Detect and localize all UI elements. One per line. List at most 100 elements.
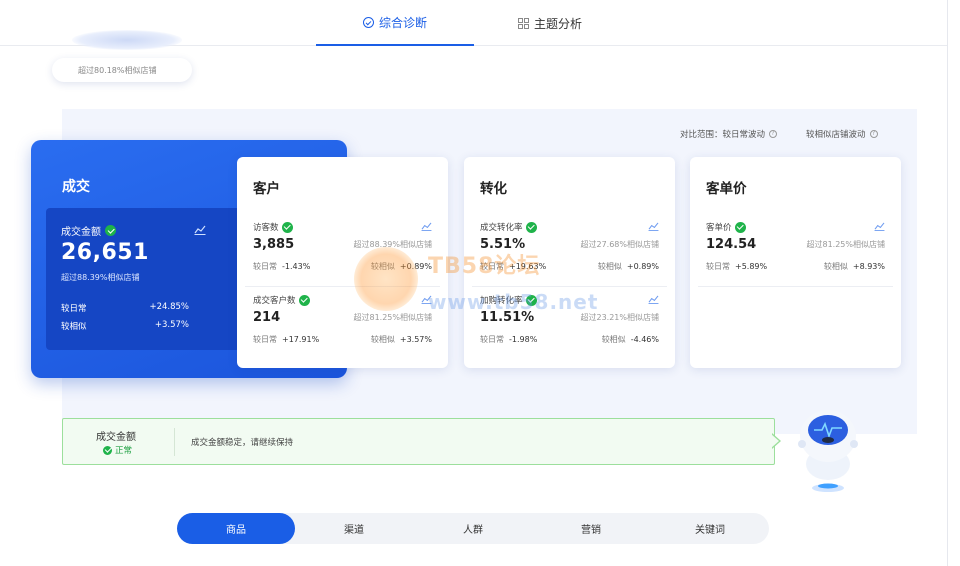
trend-chart-icon[interactable] — [421, 222, 432, 231]
status-separator — [174, 428, 175, 456]
watermark-url: www.tb58.net — [428, 290, 599, 314]
sim-label: 较相似 — [823, 262, 848, 271]
diagnosis-page: 综合诊断 主题分析 超过80.18%相似店铺 对比范围：较日常波动 ? 较相似店… — [0, 0, 960, 566]
metric-label: 成交转化率 — [480, 223, 523, 233]
score-gauge — [72, 30, 182, 50]
check-icon — [281, 221, 293, 233]
compare-similar-label: 较相似店铺波动 — [806, 130, 866, 140]
status-bar — [62, 418, 775, 465]
metric-label: 客单价 — [706, 223, 732, 233]
metric-value: 124.54 — [706, 237, 757, 252]
metric-label-row: 成交转化率 — [480, 221, 537, 233]
divider — [698, 286, 893, 287]
metric-avg-order[interactable]: 客单价 124.54 超过81.25%相似店铺 较日常 +5.89% 较相似 +8.… — [690, 221, 901, 287]
content-edge — [947, 0, 948, 566]
metric-label-row: 成交客户数 — [253, 294, 310, 306]
metric-label-row: 访客数 — [253, 221, 293, 233]
status-message: 成交金额稳定，请继续保持 — [191, 438, 294, 448]
metric-day-compare: 较日常 -1.98% — [480, 334, 537, 345]
score-badge: 超过80.18%相似店铺 — [52, 58, 192, 82]
customer-card: 客户 访客数 3,885 超过88.39%相似店铺 较日常 -1.43% 较相似 +… — [237, 157, 448, 368]
check-icon — [298, 294, 310, 306]
metric-day-compare: 较日常 +5.89% — [706, 261, 767, 272]
watermark-logo — [354, 247, 418, 311]
deal-day-label: 较日常 — [61, 304, 87, 314]
metric-percentile: 超过81.25%相似店铺 — [353, 313, 432, 322]
check-icon — [525, 221, 537, 233]
help-icon[interactable]: ? — [869, 130, 878, 138]
metric-buyers[interactable]: 成交客户数 214 超过81.25%相似店铺 较日常 +17.91% 较相似 +3.… — [237, 294, 448, 360]
tab-keywords[interactable]: 关键词 — [651, 513, 769, 544]
deal-amount-sub: 超过88.39%相似店铺 — [61, 273, 140, 282]
compare-range-daily[interactable]: 对比范围：较日常波动 ? — [680, 128, 778, 140]
deal-amount-value: 26,651 — [61, 240, 149, 265]
metric-day-compare: 较日常 +17.91% — [253, 334, 319, 345]
bottom-tab-bar: 商品 渠道 人群 营销 关键词 — [177, 513, 769, 544]
trend-chart-icon[interactable] — [648, 222, 659, 231]
trend-chart-icon[interactable] — [874, 222, 885, 231]
deal-title: 成交 — [62, 179, 90, 195]
day-label: 较日常 — [706, 262, 730, 271]
compare-range-similar[interactable]: 较相似店铺波动 ? — [806, 128, 878, 140]
tab-topic-analysis[interactable]: 主题分析 — [490, 0, 610, 46]
tab-label: 综合诊断 — [378, 15, 427, 30]
card-title: 转化 — [480, 181, 507, 197]
status-state: 正常 — [103, 444, 132, 456]
trend-chart-icon[interactable] — [648, 295, 659, 304]
tab-overall-diagnosis[interactable]: 综合诊断 — [316, 0, 474, 46]
day-label: 较日常 — [253, 335, 277, 344]
day-value: +17.91% — [282, 335, 320, 344]
deal-day-row: 较日常 +24.85% — [61, 302, 189, 314]
status-state-label: 正常 — [115, 446, 133, 456]
sim-value: +3.57% — [399, 335, 432, 344]
tab-channels[interactable]: 渠道 — [295, 513, 413, 544]
deal-sim-row: 较相似 +3.57% — [61, 320, 189, 332]
metric-sim-compare: 较相似 -4.46% — [602, 334, 659, 345]
tab-marketing[interactable]: 营销 — [532, 513, 650, 544]
deal-amount-label: 成交金额 — [61, 223, 116, 238]
metric-value: 3,885 — [253, 237, 295, 252]
sim-label: 较相似 — [597, 262, 622, 271]
metric-sim-compare: 较相似 +8.93% — [824, 261, 885, 272]
day-value: -1.43% — [282, 262, 311, 271]
tab-label: 主题分析 — [533, 16, 582, 31]
metric-value: 214 — [253, 310, 281, 325]
diagnosis-icon — [362, 16, 374, 28]
metric-percentile: 超过81.25%相似店铺 — [806, 240, 885, 249]
day-label: 较日常 — [480, 335, 504, 344]
tab-audience[interactable]: 人群 — [414, 513, 532, 544]
divider — [472, 286, 667, 287]
avg-order-card: 客单价 客单价 124.54 超过81.25%相似店铺 较日常 +5.89% 较相… — [690, 157, 901, 368]
metric-sim-compare: 较相似 +3.57% — [371, 334, 432, 345]
score-text: 超过80.18%相似店铺 — [78, 65, 157, 75]
check-icon — [105, 225, 116, 236]
compare-range-label: 对比范围：较日常波动 — [680, 130, 766, 140]
status-title: 成交金额 — [96, 432, 136, 443]
metric-label: 访客数 — [253, 223, 279, 233]
card-title: 客单价 — [706, 181, 747, 197]
day-value: -1.98% — [509, 335, 538, 344]
sim-value: +0.89% — [626, 262, 659, 271]
card-title: 客户 — [253, 181, 280, 197]
check-icon — [734, 221, 746, 233]
check-icon — [103, 445, 112, 455]
metric-label-row: 客单价 — [706, 221, 746, 233]
deal-sim-label: 较相似 — [61, 322, 87, 332]
help-icon[interactable]: ? — [769, 130, 778, 138]
day-value: +5.89% — [735, 262, 768, 271]
status-bar-arrow-inner — [771, 434, 779, 448]
metric-day-compare: 较日常 -1.43% — [253, 261, 310, 272]
sim-label: 较相似 — [601, 335, 626, 344]
deal-metric-label: 成交金额 — [61, 227, 101, 238]
robot-mascot-icon — [798, 410, 858, 492]
sim-label: 较相似 — [370, 335, 395, 344]
metric-label: 成交客户数 — [253, 296, 296, 306]
tab-products[interactable]: 商品 — [177, 513, 295, 544]
metric-sim-compare: 较相似 +0.89% — [598, 261, 659, 272]
day-label: 较日常 — [253, 262, 277, 271]
trend-chart-icon[interactable] — [194, 225, 206, 235]
watermark-title: TB58论坛 — [428, 254, 541, 279]
grid-icon — [517, 17, 529, 29]
deal-sim-value: +3.57% — [154, 320, 189, 330]
sim-value: -4.46% — [630, 335, 659, 344]
